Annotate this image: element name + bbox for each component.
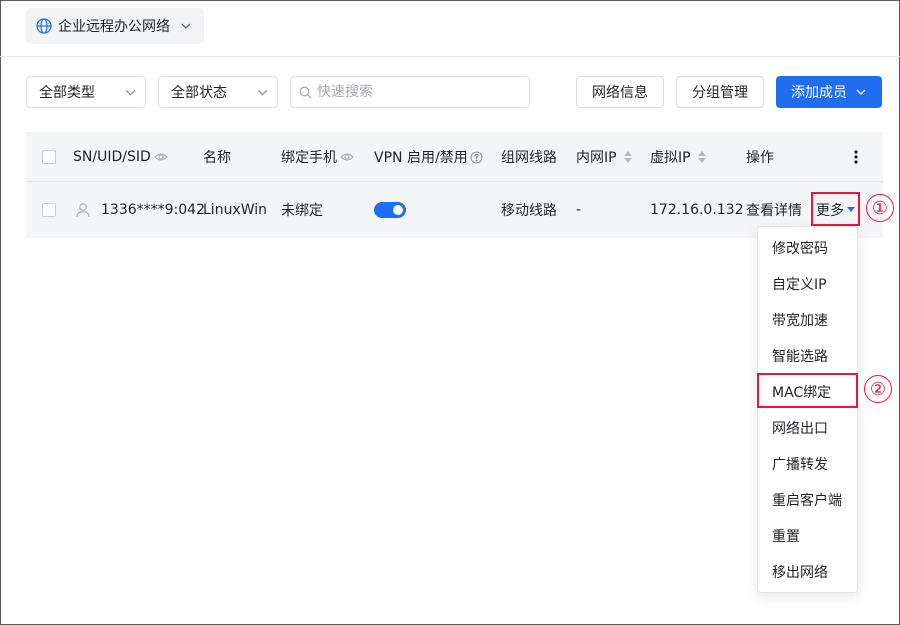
chevron-down-icon (180, 20, 192, 32)
row-sn: 1336****9:042 (75, 182, 205, 238)
network-name: 企业远程办公网络 (58, 19, 170, 35)
select-all-checkbox[interactable] (42, 150, 56, 164)
chevron-down-icon (124, 86, 137, 99)
column-lan-ip[interactable]: 内网IP (576, 132, 632, 182)
row-virtual-ip: 172.16.0.132 (650, 202, 744, 218)
select-all-cell (42, 132, 56, 182)
table-row: 1336****9:042 LinuxWin 未绑定 移动线路 - 172.16… (26, 182, 883, 238)
add-member-button[interactable]: 添加成员 (776, 76, 882, 108)
search-icon (299, 86, 312, 99)
status-select-value: 全部状态 (171, 85, 227, 101)
add-member-label: 添加成员 (791, 85, 847, 101)
row-lan-ip: - (576, 202, 582, 218)
type-select[interactable]: 全部类型 (26, 76, 146, 108)
type-select-value: 全部类型 (39, 85, 95, 101)
menu-item-remove-from-network[interactable]: 移出网络 (758, 554, 857, 590)
column-lan-ip-label: 内网IP (576, 150, 617, 166)
top-bar: 企业远程办公网络 (0, 0, 900, 57)
menu-item-bandwidth-boost[interactable]: 带宽加速 (758, 302, 857, 338)
table-header: SN/UID/SID 名称 绑定手机 VPN 启用/禁用 组网线路 内网IP 虚… (26, 132, 883, 182)
annotation-highlight-mac (757, 373, 858, 408)
row-name: LinuxWin (203, 202, 268, 218)
eye-icon[interactable] (340, 152, 354, 162)
menu-item-broadcast-forward[interactable]: 广播转发 (758, 446, 857, 482)
column-vpn-label: VPN 启用/禁用 (374, 150, 468, 166)
chevron-down-icon (256, 86, 269, 99)
network-selector[interactable]: 企业远程办公网络 (26, 8, 204, 44)
annotation-highlight-more (811, 192, 860, 226)
network-info-button[interactable]: 网络信息 (576, 76, 664, 108)
column-sn-label: SN/UID/SID (73, 149, 151, 165)
row-vpn-cell (374, 182, 406, 238)
annotation-marker-2: ② (864, 375, 892, 403)
menu-item-network-exit[interactable]: 网络出口 (758, 410, 857, 446)
menu-item-restart-client[interactable]: 重启客户端 (758, 482, 857, 518)
column-line: 组网线路 (501, 150, 557, 166)
sort-icon (697, 150, 706, 164)
annotation-marker-1: ① (866, 194, 894, 222)
sort-icon (623, 150, 632, 164)
chevron-down-icon (855, 86, 867, 98)
menu-item-smart-routing[interactable]: 智能选路 (758, 338, 857, 374)
row-line: 移动线路 (501, 203, 557, 219)
user-icon (75, 202, 91, 218)
column-phone-label: 绑定手机 (281, 150, 337, 166)
eye-icon[interactable] (153, 152, 168, 162)
group-manage-button[interactable]: 分组管理 (676, 76, 764, 108)
column-sn: SN/UID/SID (73, 132, 168, 182)
more-vertical-icon[interactable] (854, 149, 858, 165)
column-actions: 操作 (746, 150, 774, 166)
row-checkbox[interactable] (42, 203, 56, 217)
status-select[interactable]: 全部状态 (158, 76, 278, 108)
column-name: 名称 (203, 150, 231, 166)
row-phone: 未绑定 (281, 203, 323, 219)
more-dropdown-menu: 修改密码 自定义IP 带宽加速 智能选路 MAC绑定 网络出口 广播转发 重启客… (757, 226, 858, 593)
search-input[interactable] (317, 84, 517, 100)
toggle-knob (393, 205, 403, 215)
filter-bar: 全部类型 全部状态 网络信息 分组管理 添加成员 (0, 76, 900, 108)
search-box[interactable] (290, 76, 530, 108)
row-sn-value: 1336****9:042 (101, 202, 205, 218)
vpn-toggle[interactable] (374, 202, 406, 218)
globe-icon (36, 18, 52, 34)
column-virtual-ip[interactable]: 虚拟IP (650, 132, 706, 182)
column-virtual-ip-label: 虚拟IP (650, 150, 691, 166)
member-table: SN/UID/SID 名称 绑定手机 VPN 启用/禁用 组网线路 内网IP 虚… (26, 132, 883, 238)
column-settings[interactable] (854, 132, 858, 182)
column-phone: 绑定手机 (281, 132, 354, 182)
menu-item-change-password[interactable]: 修改密码 (758, 230, 857, 266)
column-vpn: VPN 启用/禁用 (374, 132, 483, 182)
help-icon[interactable] (470, 151, 483, 164)
menu-item-custom-ip[interactable]: 自定义IP (758, 266, 857, 302)
row-select-cell (42, 182, 56, 238)
menu-item-reset[interactable]: 重置 (758, 518, 857, 554)
